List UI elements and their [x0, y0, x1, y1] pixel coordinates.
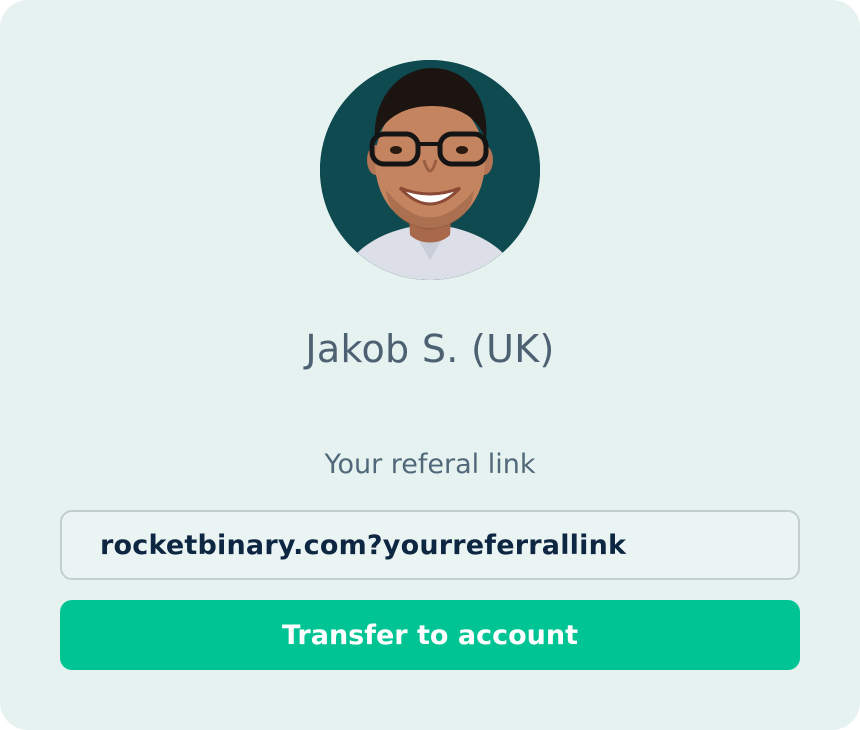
- referral-card: Jakob S. (UK) Your referal link rocketbi…: [0, 0, 860, 730]
- user-photo-icon: [320, 60, 540, 280]
- profile-name: Jakob S. (UK): [305, 327, 555, 371]
- referral-link-value[interactable]: rocketbinary.com?yourreferrallink: [100, 530, 626, 561]
- referral-link-field[interactable]: rocketbinary.com?yourreferrallink: [60, 510, 800, 580]
- transfer-to-account-button[interactable]: Transfer to account: [60, 600, 800, 670]
- referral-link-label: Your referal link: [324, 449, 536, 480]
- avatar: [320, 60, 540, 280]
